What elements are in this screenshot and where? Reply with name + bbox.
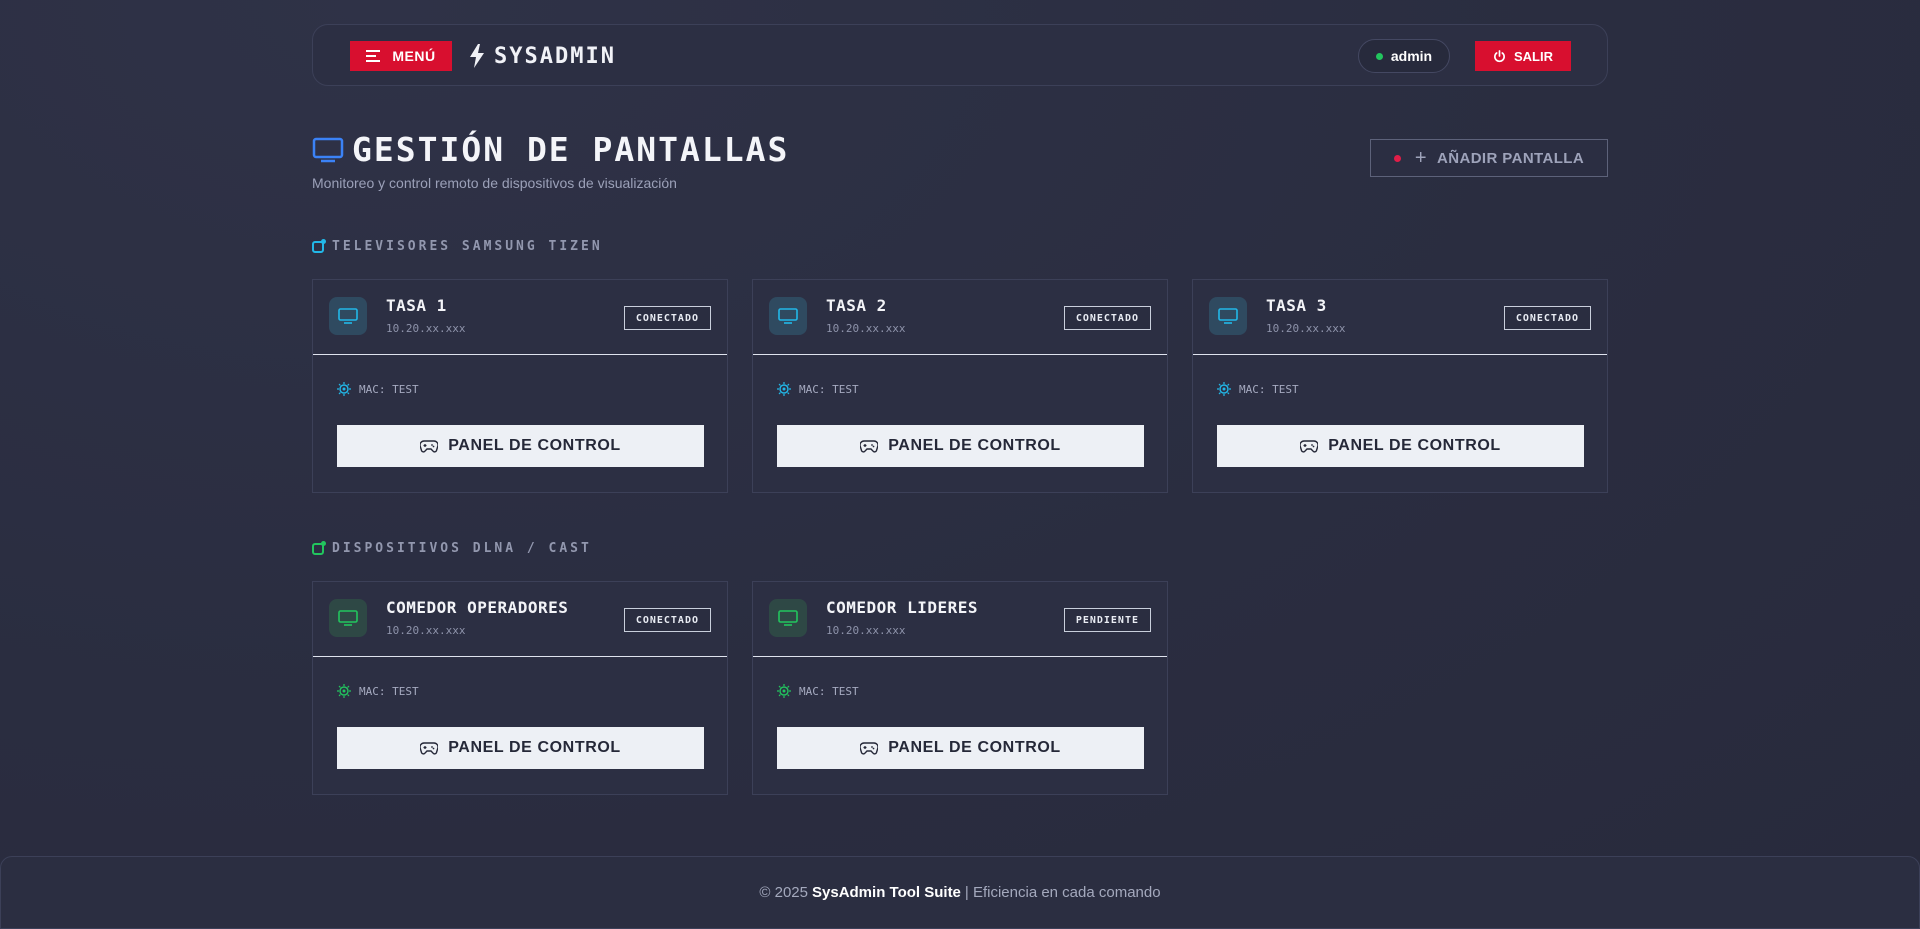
device-card-header: TASA 1 10.20.xx.xxx CONECTADO (313, 280, 727, 355)
status-badge: CONECTADO (623, 608, 711, 632)
brand-name: SYSADMIN (494, 43, 616, 69)
device-name: TASA 2 (826, 296, 887, 315)
mac-text: MAC: TEST (799, 382, 859, 396)
device-ip: 10.20.xx.xxx (386, 624, 466, 637)
footer-brand: SysAdmin Tool Suite (812, 884, 961, 901)
device-mac: MAC: TEST (337, 382, 419, 396)
tv-icon (769, 599, 807, 637)
control-panel-label: PANEL DE CONTROL (888, 437, 1061, 454)
device-name: COMEDOR OPERADORES (386, 598, 569, 617)
device-name: TASA 3 (1266, 296, 1327, 315)
samsung-device-grid: TASA 1 10.20.xx.xxx CONECTADO MAC: TEST … (312, 279, 1608, 493)
device-card: COMEDOR OPERADORES 10.20.xx.xxx CONECTAD… (312, 581, 728, 795)
gamepad-icon (1300, 439, 1319, 453)
section-title-samsung: TELEVISORES SAMSUNG TIZEN (312, 238, 603, 254)
cast-icon (312, 238, 326, 253)
logout-label: SALIR (1514, 48, 1553, 64)
section-title-text: TELEVISORES SAMSUNG TIZEN (332, 239, 603, 254)
control-panel-button[interactable]: PANEL DE CONTROL (1217, 425, 1584, 467)
device-ip: 10.20.xx.xxx (386, 322, 466, 335)
section-title-dlna: DISPOSITIVOS DLNA / CAST (312, 540, 592, 556)
page-subtitle: Monitoreo y control remoto de dispositiv… (312, 175, 677, 191)
mac-text: MAC: TEST (799, 684, 859, 698)
chip-icon (777, 684, 791, 698)
control-panel-label: PANEL DE CONTROL (448, 437, 621, 454)
device-card: TASA 2 10.20.xx.xxx CONECTADO MAC: TEST … (752, 279, 1168, 493)
gamepad-icon (860, 439, 879, 453)
monitor-icon (312, 137, 344, 162)
chip-icon (337, 382, 351, 396)
device-name: COMEDOR LIDERES (826, 598, 978, 617)
device-card-header: TASA 2 10.20.xx.xxx CONECTADO (753, 280, 1167, 355)
red-dot-icon (1393, 154, 1401, 162)
add-screen-button[interactable]: + AÑADIR PANTALLA (1370, 139, 1608, 177)
device-ip: 10.20.xx.xxx (826, 624, 906, 637)
device-mac: MAC: TEST (1217, 382, 1299, 396)
logout-button[interactable]: SALIR (1475, 41, 1571, 71)
user-badge[interactable]: admin (1358, 39, 1450, 73)
footer-tagline: | Eficiencia en cada comando (964, 884, 1161, 901)
device-card-header: COMEDOR OPERADORES 10.20.xx.xxx CONECTAD… (313, 582, 727, 657)
control-panel-button[interactable]: PANEL DE CONTROL (777, 727, 1144, 769)
section-title-text: DISPOSITIVOS DLNA / CAST (332, 541, 592, 556)
device-mac: MAC: TEST (777, 382, 859, 396)
mac-text: MAC: TEST (359, 382, 419, 396)
device-mac: MAC: TEST (777, 684, 859, 698)
device-name: TASA 1 (386, 296, 447, 315)
menu-button-label: MENÚ (392, 48, 436, 64)
hamburger-icon (366, 50, 381, 62)
gamepad-icon (420, 741, 439, 755)
device-mac: MAC: TEST (337, 684, 419, 698)
tv-icon (1209, 297, 1247, 335)
control-panel-button[interactable]: PANEL DE CONTROL (337, 727, 704, 769)
control-panel-label: PANEL DE CONTROL (888, 739, 1061, 756)
gamepad-icon (860, 741, 879, 755)
device-card: TASA 1 10.20.xx.xxx CONECTADO MAC: TEST … (312, 279, 728, 493)
footer: © 2025 SysAdmin Tool Suite | Eficiencia … (0, 856, 1920, 929)
device-card-header: TASA 3 10.20.xx.xxx CONECTADO (1193, 280, 1607, 355)
power-icon (1494, 49, 1505, 62)
add-screen-label: AÑADIR PANTALLA (1437, 149, 1585, 167)
chip-icon (777, 382, 791, 396)
tv-icon (329, 297, 367, 335)
device-card-header: COMEDOR LIDERES 10.20.xx.xxx PENDIENTE (753, 582, 1167, 657)
control-panel-label: PANEL DE CONTROL (448, 739, 621, 756)
tv-icon (329, 599, 367, 637)
device-ip: 10.20.xx.xxx (826, 322, 906, 335)
control-panel-label: PANEL DE CONTROL (1328, 437, 1501, 454)
dlna-device-grid: COMEDOR OPERADORES 10.20.xx.xxx CONECTAD… (312, 581, 1168, 795)
page-title: GESTIÓN DE PANTALLAS (312, 130, 789, 169)
device-card: TASA 3 10.20.xx.xxx CONECTADO MAC: TEST … (1192, 279, 1608, 493)
cast-icon (312, 540, 326, 555)
plus-icon: + (1414, 146, 1427, 169)
lightning-icon (470, 44, 484, 68)
online-status-icon (1375, 52, 1383, 60)
status-badge: CONECTADO (1063, 306, 1151, 330)
page-title-text: GESTIÓN DE PANTALLAS (352, 130, 790, 169)
chip-icon (337, 684, 351, 698)
footer-copyright: © 2025 (759, 884, 808, 901)
status-badge: CONECTADO (623, 306, 711, 330)
device-ip: 10.20.xx.xxx (1266, 322, 1346, 335)
control-panel-button[interactable]: PANEL DE CONTROL (777, 425, 1144, 467)
device-card: COMEDOR LIDERES 10.20.xx.xxx PENDIENTE M… (752, 581, 1168, 795)
username: admin (1390, 48, 1433, 64)
mac-text: MAC: TEST (359, 684, 419, 698)
status-badge: PENDIENTE (1063, 608, 1151, 632)
brand-logo[interactable]: SYSADMIN (468, 41, 616, 71)
chip-icon (1217, 382, 1231, 396)
gamepad-icon (420, 439, 439, 453)
top-navbar: MENÚ SYSADMIN admin SALIR (312, 24, 1608, 86)
page-header: GESTIÓN DE PANTALLAS Monitoreo y control… (312, 130, 789, 191)
mac-text: MAC: TEST (1239, 382, 1299, 396)
menu-button[interactable]: MENÚ (350, 41, 452, 71)
tv-icon (769, 297, 807, 335)
control-panel-button[interactable]: PANEL DE CONTROL (337, 425, 704, 467)
status-badge: CONECTADO (1503, 306, 1591, 330)
